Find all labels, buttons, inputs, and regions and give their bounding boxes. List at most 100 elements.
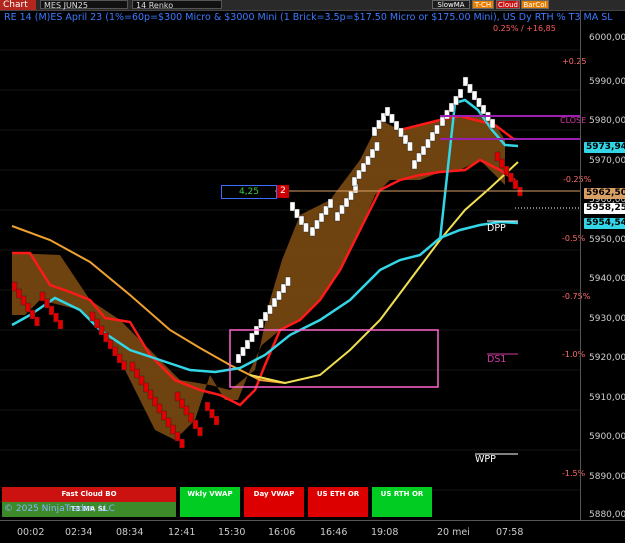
- bull-brick: [489, 118, 496, 129]
- bull-brick: [371, 126, 378, 137]
- bear-brick: [134, 368, 140, 379]
- brick-remaining-box: 4,25: [221, 185, 277, 199]
- time-axis-label: 12:41: [168, 527, 196, 538]
- wkly-vwap-button[interactable]: Wkly VWAP: [180, 487, 240, 517]
- toolbar-barcol-button[interactable]: BarCol: [521, 0, 549, 9]
- bear-brick: [499, 158, 505, 169]
- chart-tab[interactable]: Chart: [0, 0, 36, 10]
- bull-brick: [327, 198, 334, 209]
- bear-brick: [53, 312, 59, 323]
- bull-brick: [389, 113, 395, 124]
- bar-type-selector[interactable]: 14 Renko: [132, 0, 222, 10]
- bull-brick: [471, 90, 478, 101]
- time-axis-label: 20 mei: [437, 527, 470, 538]
- bull-brick: [280, 283, 287, 294]
- daily-change-label: 0.25% / +16,85: [493, 24, 556, 33]
- chart-canvas: [0, 49, 580, 491]
- bull-brick: [314, 219, 320, 230]
- bear-brick: [29, 309, 36, 320]
- bull-brick: [411, 159, 418, 170]
- bull-brick: [376, 119, 382, 130]
- us-eth-or-button[interactable]: US ETH OR: [308, 487, 368, 517]
- toolbar-t-ch-button[interactable]: T-CH: [472, 0, 494, 9]
- toolbar-cloud-button[interactable]: Cloud: [496, 0, 520, 9]
- bear-brick: [34, 316, 40, 327]
- bull-brick: [298, 215, 305, 226]
- bear-brick: [112, 346, 118, 357]
- bear-brick: [11, 281, 18, 292]
- fast-cloud-bo-button[interactable]: Fast Cloud BO: [2, 487, 176, 502]
- day-vwap-button[interactable]: Day VWAP: [244, 487, 304, 517]
- bull-brick: [444, 109, 450, 120]
- cloud-fill: [12, 116, 505, 440]
- price-marker-tag: 5954,54: [584, 218, 625, 229]
- bear-brick: [89, 311, 96, 322]
- price-marker-tag: 5958,25: [584, 203, 625, 214]
- price-chart[interactable]: [0, 10, 580, 520]
- price-axis-label: 5900,00: [589, 432, 625, 442]
- bull-brick: [439, 116, 446, 127]
- instrument-selector[interactable]: MES JUN25: [40, 0, 128, 10]
- price-axis-label: 5980,00: [589, 116, 625, 126]
- bear-brick: [213, 415, 220, 426]
- bear-brick: [138, 375, 145, 386]
- bull-brick: [249, 332, 255, 343]
- time-axis-label: 19:08: [371, 527, 399, 538]
- bull-brick: [267, 304, 273, 315]
- price-axis[interactable]: 6000,00 5990,00 5980,00 5970,00 5960,00 5950,…: [580, 10, 625, 520]
- bull-brick: [360, 162, 367, 173]
- bull-brick: [276, 290, 282, 301]
- bear-brick: [143, 382, 149, 393]
- bull-brick: [457, 88, 464, 99]
- bull-brick: [448, 102, 455, 113]
- bear-brick: [16, 288, 22, 299]
- bear-brick: [147, 389, 154, 400]
- price-axis-label: 5880,00: [589, 510, 625, 520]
- bear-brick: [20, 295, 27, 306]
- bear-brick: [25, 302, 31, 313]
- pivot-dpp-label: DPP: [487, 223, 506, 234]
- bull-brick: [398, 127, 404, 138]
- bull-brick: [429, 131, 436, 142]
- price-axis-label: 5890,00: [589, 472, 625, 482]
- time-axis-label: 00:02: [17, 527, 45, 538]
- bull-brick: [289, 201, 296, 212]
- bear-brick: [192, 419, 199, 430]
- bull-brick: [323, 205, 329, 216]
- bear-brick: [39, 291, 46, 302]
- pivot-wpp-label: WPP: [475, 454, 496, 465]
- bear-brick: [57, 319, 64, 330]
- bear-brick: [174, 391, 181, 402]
- bull-brick: [339, 204, 345, 215]
- bear-brick: [174, 431, 181, 442]
- bull-brick: [262, 311, 269, 322]
- copyright-notice: © 2025 NinjaTrader, LLC: [4, 504, 115, 514]
- pivot-ds1-label: DS1: [487, 354, 507, 365]
- bear-brick: [179, 438, 185, 449]
- bear-brick: [48, 305, 55, 316]
- bull-brick: [309, 226, 316, 237]
- us-rth-or-button[interactable]: US RTH OR: [372, 487, 432, 517]
- time-axis-label: 08:34: [116, 527, 144, 538]
- bear-brick: [512, 179, 519, 190]
- toolbar-slowma-button[interactable]: SlowMA: [432, 0, 470, 9]
- time-axis-label: 15:30: [218, 527, 246, 538]
- bear-brick: [121, 360, 127, 371]
- bull-brick: [369, 148, 376, 159]
- bear-brick: [188, 412, 194, 423]
- price-axis-label: 5910,00: [589, 393, 625, 403]
- price-axis-label: 5970,00: [589, 156, 625, 166]
- bull-brick: [480, 104, 487, 115]
- bear-brick: [165, 417, 172, 428]
- bull-brick: [467, 83, 473, 94]
- bull-brick: [258, 318, 264, 329]
- price-axis-label: 5990,00: [589, 77, 625, 87]
- time-axis-label: 16:46: [320, 527, 348, 538]
- bull-brick: [374, 141, 380, 152]
- bear-brick: [107, 339, 114, 350]
- bull-brick: [402, 134, 409, 145]
- bull-brick: [244, 339, 251, 350]
- bear-brick: [508, 172, 514, 183]
- time-axis[interactable]: 00:02 02:34 08:34 12:41 15:30 16:06 16:46 19:08…: [0, 520, 625, 543]
- bull-brick: [334, 211, 341, 222]
